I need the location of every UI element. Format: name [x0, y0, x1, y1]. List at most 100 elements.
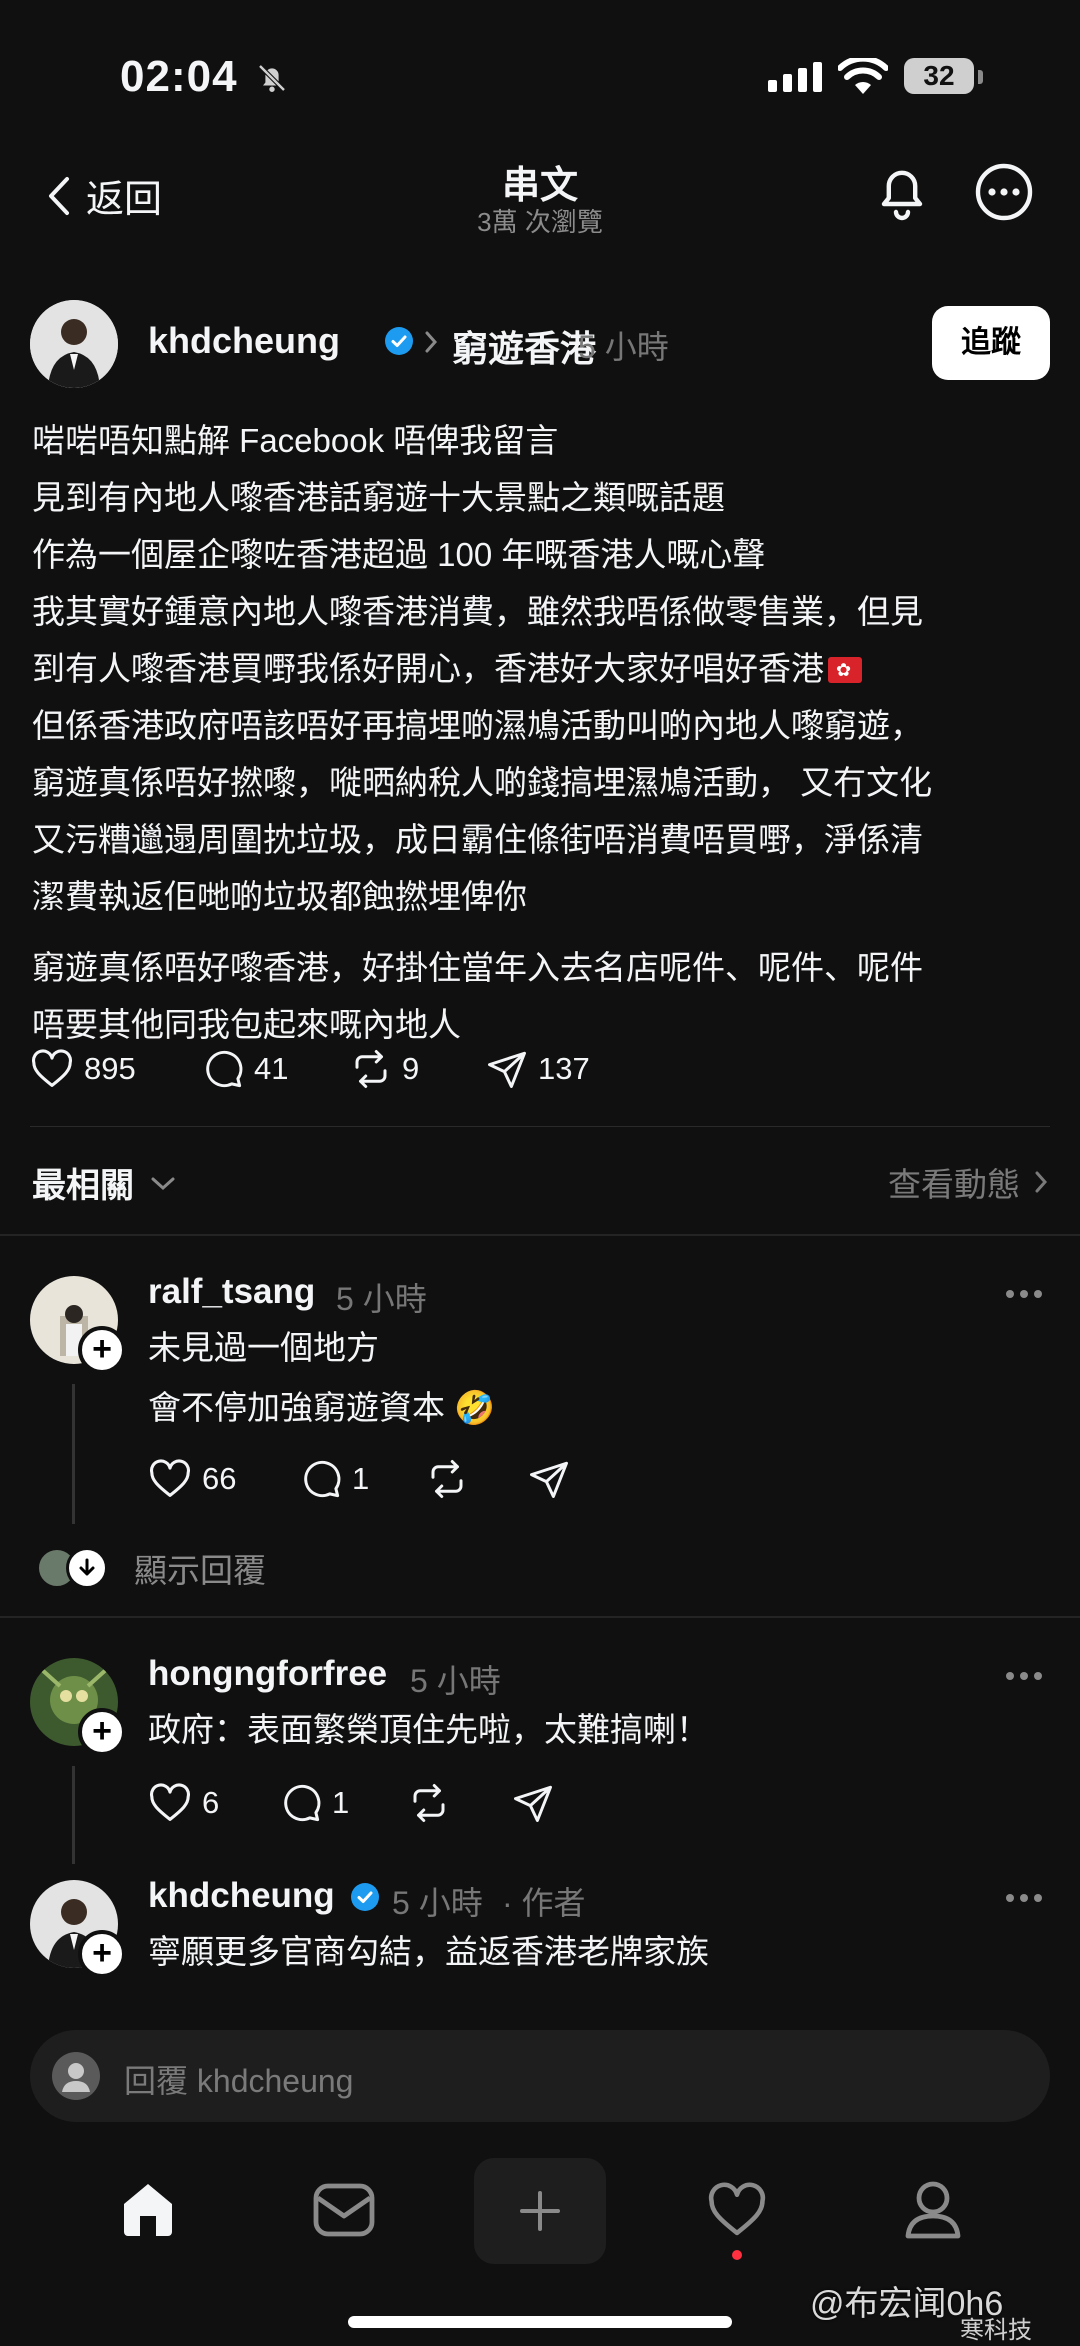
- comment-button[interactable]: 1: [300, 1458, 426, 1500]
- send-icon: [530, 1461, 568, 1498]
- chevron-down-icon: [151, 1177, 175, 1190]
- heart-icon[interactable]: [706, 2182, 768, 2238]
- reply-input[interactable]: 回覆 khdcheung: [30, 2030, 1050, 2122]
- like-button[interactable]: 6: [148, 1783, 280, 1823]
- signal-icon: [768, 62, 822, 92]
- hong-kong-flag-icon: [828, 657, 862, 683]
- commenter-username[interactable]: khdcheung: [148, 1876, 335, 1916]
- heart-icon: [32, 1049, 72, 1087]
- like-button[interactable]: 66: [148, 1459, 300, 1499]
- post-line: 我其實好鍾意內地人嚟香港消費，雖然我唔係做零售業，但見: [32, 593, 923, 630]
- more-dots-icon[interactable]: [1004, 1892, 1044, 1904]
- like-count: 66: [202, 1461, 237, 1496]
- divider: [30, 1126, 1050, 1127]
- comment-text: 寧願更多官商勾結，益返香港老牌家族: [148, 1922, 709, 1982]
- post-line: 作為一個屋企嚟咗香港超過 100 年嘅香港人嘅心聲: [32, 536, 766, 573]
- activity-label: 查看動態: [888, 1166, 1020, 1203]
- battery-tip: [978, 70, 983, 84]
- reply-placeholder: 回覆 khdcheung: [124, 2063, 354, 2099]
- author-tag: · 作者: [502, 1885, 586, 1921]
- bell-off-icon: [258, 64, 286, 92]
- repost-button[interactable]: [426, 1458, 528, 1500]
- comment-button[interactable]: 1: [280, 1782, 408, 1824]
- heart-icon: [150, 1459, 190, 1497]
- watermark-sub: 寒科技: [960, 2317, 1032, 2344]
- profile-icon[interactable]: [904, 2178, 962, 2240]
- thread-line: [72, 1766, 75, 1864]
- commenter-username[interactable]: hongngforfree: [148, 1654, 387, 1694]
- post-line: 潔費執返佢哋啲垃圾都蝕撚埋俾你: [32, 878, 527, 915]
- verified-badge-icon: [351, 1883, 379, 1911]
- comment-icon: [304, 1460, 341, 1498]
- plus-icon: [520, 2191, 560, 2231]
- comment-line: 政府：表面繁榮頂住先啦，太難搞喇！: [148, 1711, 709, 1748]
- share-button[interactable]: 137: [486, 1048, 590, 1090]
- post-line-with-flag: 到有人嚟香港買嘢我係好開心，香港好大家好唱好香港: [32, 640, 1042, 697]
- repost-count: 9: [402, 1051, 420, 1086]
- post-header: khdcheung 窮遊香港 5 小時 追蹤: [30, 300, 1050, 390]
- comment-icon: [206, 1050, 243, 1088]
- more-dots-icon[interactable]: [1004, 1670, 1044, 1682]
- share-button[interactable]: [528, 1458, 570, 1500]
- comment-actions: 66 1: [148, 1458, 570, 1500]
- battery-indicator: 32: [904, 58, 974, 94]
- sort-label: 最相關: [32, 1167, 134, 1205]
- inbox-icon[interactable]: [312, 2182, 376, 2238]
- more-icon[interactable]: [974, 162, 1034, 222]
- comment-line: 會不停加強窮遊資本 🤣: [148, 1389, 496, 1426]
- repost-button[interactable]: 9: [350, 1048, 486, 1090]
- wifi-icon: [838, 58, 888, 94]
- repost-icon: [431, 1460, 463, 1498]
- comment-time: 5 小時: [336, 1281, 427, 1317]
- chevron-right-icon: [425, 331, 438, 353]
- author-username[interactable]: khdcheung: [148, 320, 340, 362]
- thread-line: [72, 1384, 75, 1524]
- repost-button[interactable]: [408, 1782, 512, 1824]
- view-activity-link[interactable]: 查看動態: [888, 1158, 1050, 1206]
- new-post-button[interactable]: [474, 2158, 606, 2264]
- person-icon: [30, 300, 118, 388]
- status-bar: 02:04 32: [0, 52, 1080, 108]
- show-replies-label: 顯示回覆: [134, 1552, 266, 1589]
- topic-tag[interactable]: 窮遊香港: [452, 320, 596, 372]
- comment-line: 寧願更多官商勾結，益返香港老牌家族: [148, 1933, 709, 1970]
- more-dots-icon[interactable]: [1004, 1288, 1044, 1300]
- comment-count: 41: [254, 1051, 289, 1086]
- comment-text: 未見過一個地方 會不停加強窮遊資本 🤣: [148, 1318, 495, 1438]
- post-line: 但係香港政府唔該唔好再搞埋啲濕鳩活動叫啲內地人嚟窮遊，: [32, 707, 923, 744]
- user-avatar-icon: [52, 2052, 100, 2100]
- heart-icon: [150, 1783, 190, 1821]
- post-line: 又污糟邋遢周圍抌垃圾，成日霸住條街唔消費唔買嘢，淨係清: [32, 821, 923, 858]
- author-avatar[interactable]: [30, 300, 118, 388]
- post-actions: 895 41 9 137: [30, 1048, 590, 1090]
- home-icon[interactable]: [116, 2178, 180, 2240]
- thread-screen: 02:04 32 返回 串文 3萬 次瀏覽 khdcheung 窮遊香港 5 小…: [0, 0, 1080, 2346]
- follow-plus-button[interactable]: +: [78, 1326, 126, 1374]
- comment-actions: 6 1: [148, 1782, 554, 1824]
- post-line: 窮遊真係唔好撚嚟，嘥晒納稅人啲錢搞埋濕鳩活動， 又冇文化: [32, 764, 933, 801]
- sort-dropdown[interactable]: 最相關: [32, 1158, 178, 1207]
- share-button[interactable]: [512, 1782, 554, 1824]
- post-line: 到有人嚟香港買嘢我係好開心，香港好大家好唱好香港: [32, 650, 824, 687]
- commenter-username[interactable]: ralf_tsang: [148, 1272, 315, 1312]
- comment-text: 政府：表面繁榮頂住先啦，太難搞喇！: [148, 1700, 709, 1760]
- share-count: 137: [538, 1051, 590, 1086]
- reply-count: 1: [332, 1785, 350, 1820]
- follow-plus-button[interactable]: +: [78, 1930, 126, 1978]
- post-line: 見到有內地人嚟香港話窮遊十大景點之類嘅話題: [32, 479, 725, 516]
- like-button[interactable]: 895: [30, 1049, 202, 1089]
- bell-icon[interactable]: [874, 162, 930, 222]
- comment-time: 5 小時: [392, 1885, 483, 1921]
- follow-plus-button[interactable]: +: [78, 1708, 126, 1756]
- follow-button[interactable]: 追蹤: [932, 306, 1050, 380]
- status-time: 02:04: [120, 52, 238, 101]
- divider: [0, 1234, 1080, 1236]
- post-body: 啱啱唔知點解 Facebook 唔俾我留言 見到有內地人嚟香港話窮遊十大景點之類…: [32, 412, 1042, 1053]
- comment-button[interactable]: 41: [202, 1048, 350, 1090]
- verified-badge-icon: [385, 327, 413, 355]
- show-replies-button[interactable]: 顯示回覆: [36, 1544, 266, 1592]
- repost-icon: [355, 1050, 387, 1088]
- comment-line: 未見過一個地方: [148, 1329, 379, 1366]
- chevron-right-icon: [1035, 1171, 1048, 1193]
- send-icon: [514, 1785, 552, 1822]
